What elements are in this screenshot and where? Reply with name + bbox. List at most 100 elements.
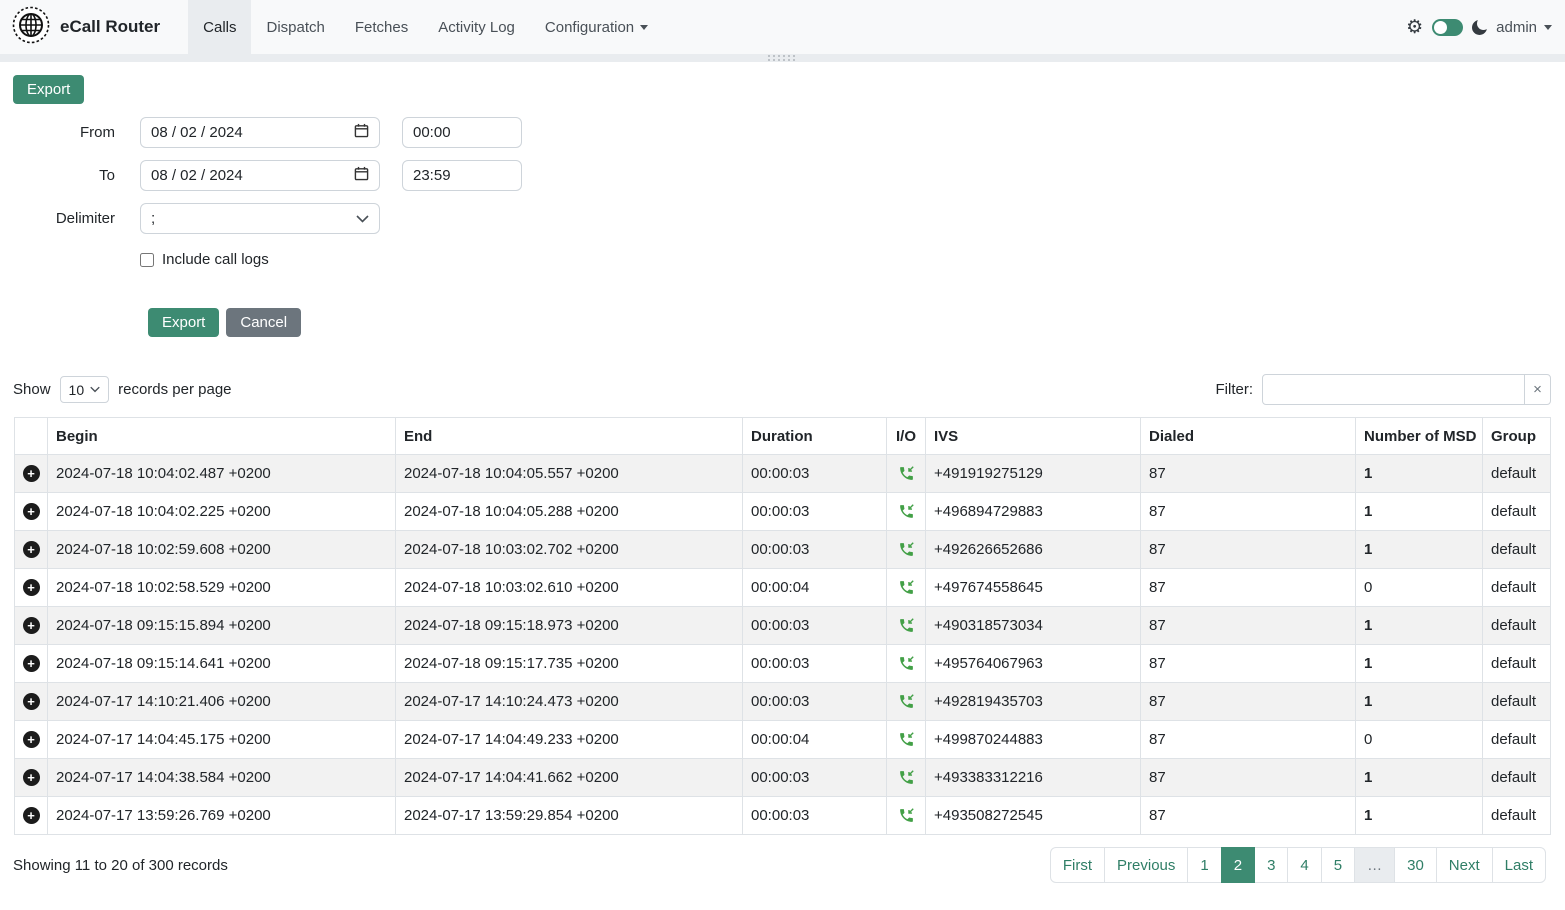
dialed-cell: 87: [1141, 569, 1356, 607]
group-cell: default: [1483, 455, 1551, 493]
duration-cell: 00:00:04: [743, 569, 887, 607]
group-cell: default: [1483, 759, 1551, 797]
from-time-value: 00:00: [413, 124, 451, 141]
brand: eCall Router: [12, 0, 160, 54]
end-cell: 2024-07-18 09:15:17.735 +0200: [396, 645, 743, 683]
calls-table: Begin End Duration I/O IVS Dialed Number…: [14, 417, 1551, 835]
settings-gear-icon[interactable]: ⚙: [1406, 18, 1423, 37]
table-header-row: Begin End Duration I/O IVS Dialed Number…: [15, 418, 1551, 455]
page-button-4[interactable]: 4: [1287, 847, 1321, 883]
cancel-button[interactable]: Cancel: [226, 308, 301, 337]
user-menu[interactable]: admin: [1496, 19, 1552, 36]
ivs-cell: +495764067963: [926, 645, 1141, 683]
expand-cell: +: [15, 569, 48, 607]
resize-grip-icon[interactable]: [768, 55, 798, 61]
phone-incoming-icon: [898, 579, 915, 596]
page-button-previous[interactable]: Previous: [1104, 847, 1188, 883]
phone-incoming-icon: [898, 693, 915, 710]
page-button-last[interactable]: Last: [1492, 847, 1546, 883]
duration-cell: 00:00:03: [743, 531, 887, 569]
io-cell: [887, 683, 926, 721]
end-cell: 2024-07-17 13:59:29.854 +0200: [396, 797, 743, 835]
calendar-icon[interactable]: [354, 166, 369, 185]
phone-incoming-icon: [898, 807, 915, 824]
delimiter-select[interactable]: ;: [140, 203, 380, 234]
main-nav: Calls Dispatch FetchesActivity Log Configur…: [188, 0, 663, 54]
page-button-first[interactable]: First: [1050, 847, 1105, 883]
dialed-cell: 87: [1141, 531, 1356, 569]
nav-tab-label: Configuration: [545, 19, 634, 36]
expand-row-button[interactable]: +: [23, 655, 40, 672]
begin-cell: 2024-07-17 14:04:38.584 +0200: [48, 759, 396, 797]
duration-cell: 00:00:03: [743, 607, 887, 645]
msd-cell: 1: [1356, 797, 1483, 835]
page-size-select[interactable]: 10: [60, 376, 110, 403]
clear-filter-button[interactable]: ×: [1524, 374, 1551, 405]
page-button-2[interactable]: 2: [1221, 847, 1255, 883]
filter-input[interactable]: [1262, 374, 1525, 405]
calendar-icon[interactable]: [354, 123, 369, 142]
table-row: +2024-07-18 10:04:02.225 +02002024-07-18…: [15, 493, 1551, 531]
col-begin: Begin: [48, 418, 396, 455]
nav-tab-configuration[interactable]: Configuration: [530, 0, 663, 54]
page-button-30[interactable]: 30: [1394, 847, 1437, 883]
expand-row-button[interactable]: +: [23, 807, 40, 824]
pagination: FirstPrevious12345…30NextLast: [1050, 847, 1546, 883]
expand-row-button[interactable]: +: [23, 769, 40, 786]
show-label: Show: [13, 381, 51, 398]
msd-cell: 0: [1356, 569, 1483, 607]
expand-row-button[interactable]: +: [23, 731, 40, 748]
table-footer: Showing 11 to 20 of 300 records FirstPre…: [13, 847, 1546, 883]
page-button-1[interactable]: 1: [1187, 847, 1221, 883]
phone-incoming-icon: [898, 503, 915, 520]
end-cell: 2024-07-17 14:04:49.233 +0200: [396, 721, 743, 759]
col-ivs: IVS: [926, 418, 1141, 455]
export-button[interactable]: Export: [148, 308, 219, 337]
to-row: To 08 / 02 / 2024 23:59: [0, 160, 1565, 191]
to-time-input[interactable]: 23:59: [402, 160, 522, 191]
begin-cell: 2024-07-18 09:15:14.641 +0200: [48, 645, 396, 683]
expand-row-button[interactable]: +: [23, 617, 40, 634]
nav-tab-fetches[interactable]: Fetches: [340, 0, 423, 54]
begin-cell: 2024-07-18 10:04:02.225 +0200: [48, 493, 396, 531]
nav-tab-label: Dispatch: [266, 19, 324, 36]
export-toggle-button[interactable]: Export: [13, 75, 84, 104]
col-group: Group: [1483, 418, 1551, 455]
records-summary: Showing 11 to 20 of 300 records: [13, 857, 228, 874]
from-date-input[interactable]: 08 / 02 / 2024: [140, 117, 380, 148]
theme-toggle[interactable]: [1432, 19, 1463, 36]
delimiter-row: Delimiter ;: [0, 203, 1565, 234]
end-cell: 2024-07-18 10:03:02.702 +0200: [396, 531, 743, 569]
io-cell: [887, 455, 926, 493]
expand-row-button[interactable]: +: [23, 503, 40, 520]
nav-tab-activity-log[interactable]: Activity Log: [423, 0, 530, 54]
nav-tab-calls[interactable]: Calls: [188, 0, 251, 54]
end-cell: 2024-07-18 10:04:05.288 +0200: [396, 493, 743, 531]
expand-row-button[interactable]: +: [23, 693, 40, 710]
from-date-value: 08 / 02 / 2024: [151, 124, 243, 141]
page-button-next[interactable]: Next: [1436, 847, 1493, 883]
phone-incoming-icon: [898, 731, 915, 748]
nav-tab-dispatch[interactable]: Dispatch: [251, 0, 339, 54]
msd-cell: 1: [1356, 759, 1483, 797]
export-actions: Export Cancel: [148, 308, 1565, 337]
page-button-5[interactable]: 5: [1321, 847, 1355, 883]
msd-cell: 1: [1356, 455, 1483, 493]
expand-row-button[interactable]: +: [23, 465, 40, 482]
begin-cell: 2024-07-17 14:10:21.406 +0200: [48, 683, 396, 721]
msd-cell: 1: [1356, 645, 1483, 683]
page-size-value: 10: [69, 382, 85, 398]
expand-row-button[interactable]: +: [23, 579, 40, 596]
col-duration: Duration: [743, 418, 887, 455]
expand-cell: +: [15, 455, 48, 493]
col-dialed: Dialed: [1141, 418, 1356, 455]
to-date-input[interactable]: 08 / 02 / 2024: [140, 160, 380, 191]
chevron-down-icon: [356, 210, 369, 227]
expand-row-button[interactable]: +: [23, 541, 40, 558]
include-call-logs-checkbox[interactable]: [140, 253, 154, 267]
table-row: +2024-07-18 09:15:14.641 +02002024-07-18…: [15, 645, 1551, 683]
page-button-3[interactable]: 3: [1254, 847, 1288, 883]
duration-cell: 00:00:03: [743, 759, 887, 797]
from-time-input[interactable]: 00:00: [402, 117, 522, 148]
dialed-cell: 87: [1141, 721, 1356, 759]
